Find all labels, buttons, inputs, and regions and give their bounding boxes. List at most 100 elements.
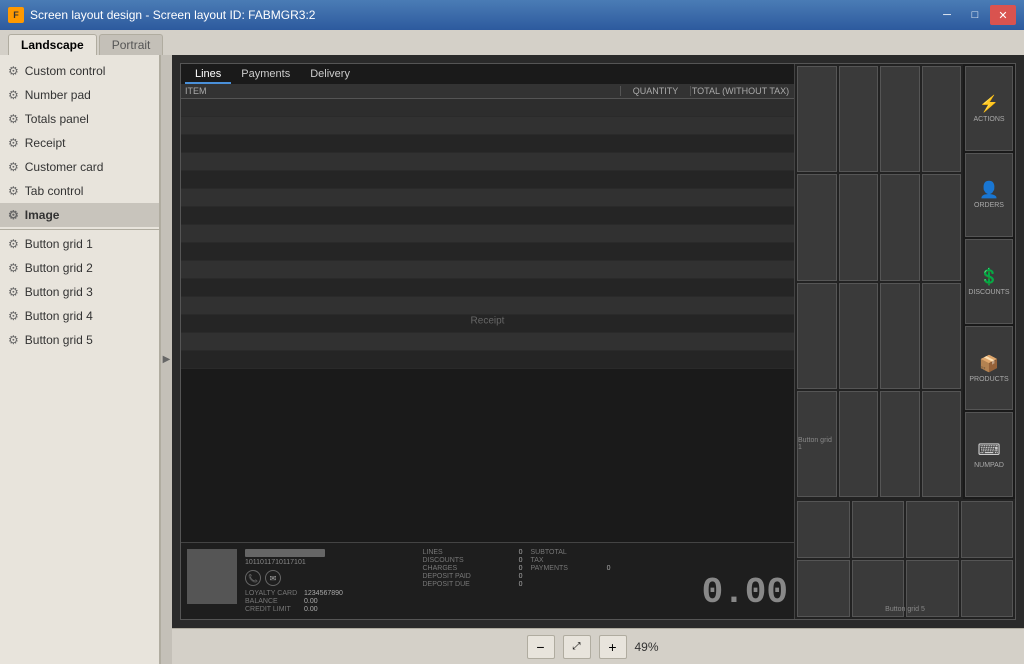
sidebar-item-image[interactable]: ⚙ Image (0, 203, 159, 227)
close-button[interactable]: ✕ (990, 5, 1016, 25)
minimize-button[interactable]: ─ (934, 5, 960, 25)
titlebar-left: F Screen layout design - Screen layout I… (8, 7, 315, 23)
sidebar-item-button-grid-5[interactable]: ⚙ Button grid 5 (0, 328, 159, 352)
grid-cell[interactable] (880, 283, 920, 389)
grid-cell-labeled[interactable]: Button grid 1 (797, 391, 837, 497)
bottom-grid-cell[interactable] (797, 560, 850, 617)
lines-header: ITEM QUANTITY TOTAL (WITHOUT TAX) (181, 84, 794, 99)
titlebar-title: Screen layout design - Screen layout ID:… (30, 8, 315, 22)
customer-avatar (187, 549, 237, 604)
totals-discounts-value: 0 (503, 557, 523, 564)
zoom-out-button[interactable]: − (527, 635, 555, 659)
sidebar-item-button-grid-4[interactable]: ⚙ Button grid 4 (0, 304, 159, 328)
grid-cell[interactable] (922, 174, 962, 280)
action-btn-orders[interactable]: 👤 ORDERS (965, 153, 1013, 238)
grid-cell[interactable] (880, 66, 920, 172)
sidebar-item-receipt[interactable]: ⚙ Receipt (0, 131, 159, 155)
email-button[interactable]: ✉ (265, 570, 281, 586)
maximize-button[interactable]: □ (962, 5, 988, 25)
zoom-fit-button[interactable]: ⤢ (563, 635, 591, 659)
amount-due-container: 0.00 (619, 549, 789, 613)
sidebar-item-button-grid-2[interactable]: ⚙ Button grid 2 (0, 256, 159, 280)
bottom-grid-cell[interactable] (961, 560, 1014, 617)
totals-deposit-due-label: DEPOSIT DUE (423, 581, 470, 588)
grid-cell[interactable] (797, 283, 837, 389)
collapse-handle[interactable]: ▶ (160, 55, 172, 664)
main-grid-container: Button grid 1 (795, 64, 963, 499)
bottom-grid-cell[interactable] (852, 501, 905, 558)
action-btn-products[interactable]: 📦 PRODUCTS (965, 326, 1013, 411)
balance-field: BALANCE 0.00 (245, 598, 415, 605)
zoom-in-button[interactable]: + (599, 635, 627, 659)
totals-row-deposit-paid: DEPOSIT PAID 0 (423, 573, 523, 580)
loyalty-card-field: LOYALTY CARD 1234567890 (245, 590, 415, 597)
customer-card-section: 1011011710117101 📞 ✉ LOYALTY CARD 123 (181, 542, 794, 619)
totals-row-subtotal: SUBTOTAL (531, 549, 611, 556)
numpad-label: NUMPAD (974, 462, 1004, 469)
action-btn-numpad[interactable]: ⌨ NUMPAD (965, 412, 1013, 497)
bottom-grid-cell[interactable] (906, 501, 959, 558)
gear-icon-6: ⚙ (8, 184, 19, 198)
totals-discounts-label: DISCOUNTS (423, 557, 464, 564)
action-btn-discounts[interactable]: 💲 DISCOUNTS (965, 239, 1013, 324)
button-grid-bottom: Button grid 5 (795, 499, 1015, 619)
table-row (181, 351, 794, 369)
action-btn-actions[interactable]: ⚡ ACTIONS (965, 66, 1013, 151)
totals-charges-label: CHARGES (423, 565, 458, 572)
table-row (181, 261, 794, 279)
canvas-inner: Lines Payments Delivery ITEM QUANTITY TO… (172, 55, 1024, 628)
lines-body: Receipt (181, 99, 794, 542)
sidebar-label-image: Image (25, 208, 60, 222)
table-row (181, 243, 794, 261)
totals-charges-value: 0 (503, 565, 523, 572)
table-row (181, 297, 794, 315)
sidebar-label-button-grid-3: Button grid 3 (25, 285, 93, 299)
grid-cell[interactable] (839, 174, 879, 280)
totals-deposit-paid-label: DEPOSIT PAID (423, 573, 471, 580)
table-row (181, 207, 794, 225)
grid-cell[interactable] (922, 283, 962, 389)
screen-tab-payments[interactable]: Payments (231, 66, 300, 84)
bottom-grid-cell[interactable] (797, 501, 850, 558)
customer-name-row (245, 549, 415, 557)
discounts-label: DISCOUNTS (968, 289, 1009, 296)
sidebar-item-button-grid-1[interactable]: ⚙ Button grid 1 (0, 232, 159, 256)
phone-button[interactable]: 📞 (245, 570, 261, 586)
sidebar-item-tab-control[interactable]: ⚙ Tab control (0, 179, 159, 203)
tab-landscape[interactable]: Landscape (8, 34, 97, 55)
sidebar-item-totals-panel[interactable]: ⚙ Totals panel (0, 107, 159, 131)
screen-tab-delivery[interactable]: Delivery (300, 66, 360, 84)
totals-deposit-due-value: 0 (503, 581, 523, 588)
sidebar-item-button-grid-3[interactable]: ⚙ Button grid 3 (0, 280, 159, 304)
grid-cell[interactable] (839, 66, 879, 172)
table-row (181, 117, 794, 135)
totals-lines-label: LINES (423, 549, 443, 556)
grid-cell[interactable] (797, 174, 837, 280)
bottom-grid-cell[interactable] (961, 501, 1014, 558)
sidebar-item-number-pad[interactable]: ⚙ Number pad (0, 83, 159, 107)
grid-cell[interactable] (839, 283, 879, 389)
screen-tab-lines[interactable]: Lines (185, 66, 231, 84)
sidebar-label-customer-card: Customer card (25, 160, 104, 174)
col-header-item: ITEM (185, 86, 620, 96)
grid-cell[interactable] (922, 391, 962, 497)
totals-row-discounts: DISCOUNTS 0 (423, 557, 523, 564)
sidebar-item-custom-control[interactable]: ⚙ Custom control (0, 59, 159, 83)
loyalty-card-value: 1234567890 (304, 590, 343, 597)
products-icon: 📦 (979, 354, 999, 374)
gear-icon-11: ⚙ (8, 309, 19, 323)
grid-cell[interactable] (922, 66, 962, 172)
sidebar-item-customer-card[interactable]: ⚙ Customer card (0, 155, 159, 179)
table-row (181, 225, 794, 243)
sidebar-label-button-grid-5: Button grid 5 (25, 333, 93, 347)
bottom-toolbar: − ⤢ + 49% (172, 628, 1024, 664)
products-label: PRODUCTS (969, 376, 1008, 383)
button-grid-main: Button grid 1 (795, 64, 963, 499)
grid-cell[interactable] (839, 391, 879, 497)
grid-cell[interactable] (880, 174, 920, 280)
totals-row-charges: CHARGES 0 (423, 565, 523, 572)
tab-portrait[interactable]: Portrait (99, 34, 164, 55)
grid-cell[interactable] (880, 391, 920, 497)
grid-cell[interactable] (797, 66, 837, 172)
button-grid-top: Button grid 1 (795, 64, 1015, 499)
